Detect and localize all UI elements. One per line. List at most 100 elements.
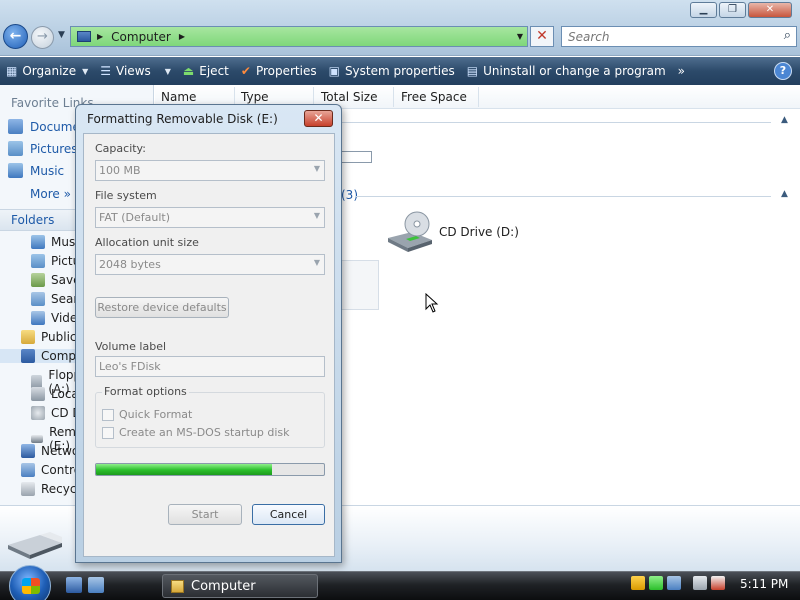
forward-button[interactable]: → bbox=[31, 26, 54, 49]
dialog-close-button[interactable]: ✕ bbox=[304, 110, 333, 127]
more-label: More bbox=[30, 187, 60, 201]
network-icon bbox=[21, 444, 35, 458]
checkmark-icon: ✔ bbox=[240, 64, 251, 78]
command-bar: ▦ Organize ▼ ☰ Views ▼ ⏏ Eject ✔ Properties ▣ S… bbox=[0, 57, 800, 85]
back-button[interactable]: ← bbox=[3, 24, 28, 49]
allocation-unit-value: 2048 bytes bbox=[99, 258, 161, 271]
cd-drive-icon bbox=[31, 406, 45, 420]
stop-button[interactable]: ✕ bbox=[530, 26, 554, 47]
system-properties-button[interactable]: ▣ System properties bbox=[323, 57, 461, 85]
msdos-startup-checkbox[interactable]: Create an MS-DOS startup disk bbox=[102, 426, 290, 439]
checkbox-icon bbox=[102, 426, 114, 439]
properties-button[interactable]: ✔ Properties bbox=[235, 57, 323, 85]
collapse-group-icon[interactable]: ▲ bbox=[781, 115, 788, 125]
uninstall-label: Uninstall or change a program bbox=[483, 64, 666, 78]
breadcrumb-arrow-icon[interactable]: ▶ bbox=[179, 32, 185, 41]
computer-icon bbox=[77, 31, 91, 42]
format-options-label: Format options bbox=[102, 385, 189, 398]
safely-remove-icon[interactable] bbox=[649, 576, 663, 590]
start-button[interactable] bbox=[9, 565, 51, 600]
column-divider[interactable] bbox=[393, 87, 394, 107]
file-system-label: File system bbox=[95, 189, 157, 202]
favorite-pictures[interactable]: Pictures bbox=[8, 141, 78, 156]
minimize-button[interactable]: ▁ bbox=[690, 2, 717, 18]
system-properties-label: System properties bbox=[344, 64, 455, 78]
chevron-down-icon: ▼ bbox=[313, 164, 320, 173]
uninstall-icon: ▤ bbox=[466, 64, 479, 78]
security-shield-icon[interactable] bbox=[631, 576, 645, 590]
windows-logo-icon bbox=[22, 578, 40, 594]
address-segment-computer[interactable]: Computer bbox=[111, 30, 171, 44]
views-label: Views bbox=[116, 64, 151, 78]
restore-defaults-button[interactable]: Restore device defaults bbox=[95, 297, 229, 318]
chevron-down-icon: ▼ bbox=[82, 66, 89, 76]
favorite-music[interactable]: Music bbox=[8, 163, 64, 178]
volume-label-label: Volume label bbox=[95, 340, 167, 353]
eject-button[interactable]: ⏏ Eject bbox=[177, 57, 235, 85]
file-system-value: FAT (Default) bbox=[99, 211, 170, 224]
taskbar-item-computer[interactable]: Computer bbox=[162, 574, 318, 598]
cd-drive-icon[interactable] bbox=[386, 210, 434, 254]
group-divider bbox=[355, 196, 771, 197]
column-free-space[interactable]: Free Space bbox=[401, 90, 467, 104]
removable-disk-icon bbox=[8, 532, 62, 559]
eject-icon: ⏏ bbox=[182, 64, 195, 78]
recent-pages-dropdown[interactable]: ▼ bbox=[58, 30, 65, 40]
column-divider[interactable] bbox=[478, 87, 479, 107]
double-chevron-icon: » bbox=[63, 187, 71, 201]
collapse-group-icon[interactable]: ▲ bbox=[781, 189, 788, 199]
cancel-button[interactable]: Cancel bbox=[252, 504, 325, 525]
help-button[interactable]: ? bbox=[774, 62, 792, 80]
volume-muted-icon[interactable] bbox=[711, 576, 725, 590]
column-name[interactable]: Name bbox=[161, 90, 196, 104]
address-dropdown-icon[interactable]: ▼ bbox=[517, 32, 523, 41]
checkbox-icon bbox=[102, 408, 114, 421]
network-status-icon[interactable] bbox=[667, 576, 681, 590]
tree-label: Public bbox=[41, 330, 77, 344]
maximize-button[interactable]: ❐ bbox=[719, 2, 746, 18]
computer-icon bbox=[21, 349, 35, 363]
dialog-title: Formatting Removable Disk (E:) bbox=[87, 112, 278, 126]
favorite-label: Pictures bbox=[30, 141, 78, 156]
address-bar[interactable]: ▶ Computer ▶ ▼ bbox=[70, 26, 528, 47]
capacity-select[interactable]: 100 MB ▼ bbox=[95, 160, 325, 181]
breadcrumb-arrow-icon[interactable]: ▶ bbox=[97, 32, 103, 41]
network-connection-icon[interactable] bbox=[693, 576, 707, 590]
search-icon[interactable]: ⌕ bbox=[784, 28, 791, 43]
organize-button[interactable]: ▦ Organize ▼ bbox=[0, 57, 94, 85]
quick-format-checkbox[interactable]: Quick Format bbox=[102, 408, 192, 421]
switch-windows-icon[interactable] bbox=[88, 577, 104, 593]
clock[interactable]: 5:11 PM bbox=[740, 577, 788, 591]
more-links[interactable]: More » bbox=[30, 187, 71, 201]
music-icon bbox=[31, 235, 45, 249]
close-button[interactable]: ✕ bbox=[748, 2, 792, 18]
views-icon: ☰ bbox=[100, 64, 112, 78]
selected-item-highlight[interactable] bbox=[341, 260, 379, 310]
search-placeholder: Search bbox=[568, 30, 610, 44]
more-commands-button[interactable]: » bbox=[672, 64, 691, 78]
organize-icon: ▦ bbox=[6, 64, 18, 78]
recycle-bin-icon bbox=[21, 482, 35, 496]
file-system-select[interactable]: FAT (Default) ▼ bbox=[95, 207, 325, 228]
system-tray bbox=[631, 576, 725, 590]
allocation-unit-select[interactable]: 2048 bytes ▼ bbox=[95, 254, 325, 275]
column-total-size[interactable]: Total Size bbox=[321, 90, 377, 104]
msdos-startup-label: Create an MS-DOS startup disk bbox=[119, 426, 290, 439]
column-type[interactable]: Type bbox=[241, 90, 269, 104]
format-dialog: Formatting Removable Disk (E:) ✕ Capacit… bbox=[75, 104, 342, 563]
capacity-value: 100 MB bbox=[99, 164, 141, 177]
control-panel-icon bbox=[21, 463, 35, 477]
start-button[interactable]: Start bbox=[168, 504, 242, 525]
capacity-label: Capacity: bbox=[95, 142, 146, 155]
show-desktop-icon[interactable] bbox=[66, 577, 82, 593]
volume-label-input[interactable]: Leo's FDisk bbox=[95, 356, 325, 377]
drive-capacity-bar bbox=[341, 151, 372, 163]
format-progress-bar bbox=[95, 463, 325, 476]
search-input[interactable]: Search ⌕ bbox=[561, 26, 797, 47]
music-icon bbox=[8, 163, 23, 178]
cd-drive-label[interactable]: CD Drive (D:) bbox=[439, 225, 519, 239]
uninstall-button[interactable]: ▤ Uninstall or change a program bbox=[461, 57, 672, 85]
views-button[interactable]: ☰ Views ▼ bbox=[94, 57, 177, 85]
allocation-unit-label: Allocation unit size bbox=[95, 236, 199, 249]
quick-format-label: Quick Format bbox=[119, 408, 193, 421]
